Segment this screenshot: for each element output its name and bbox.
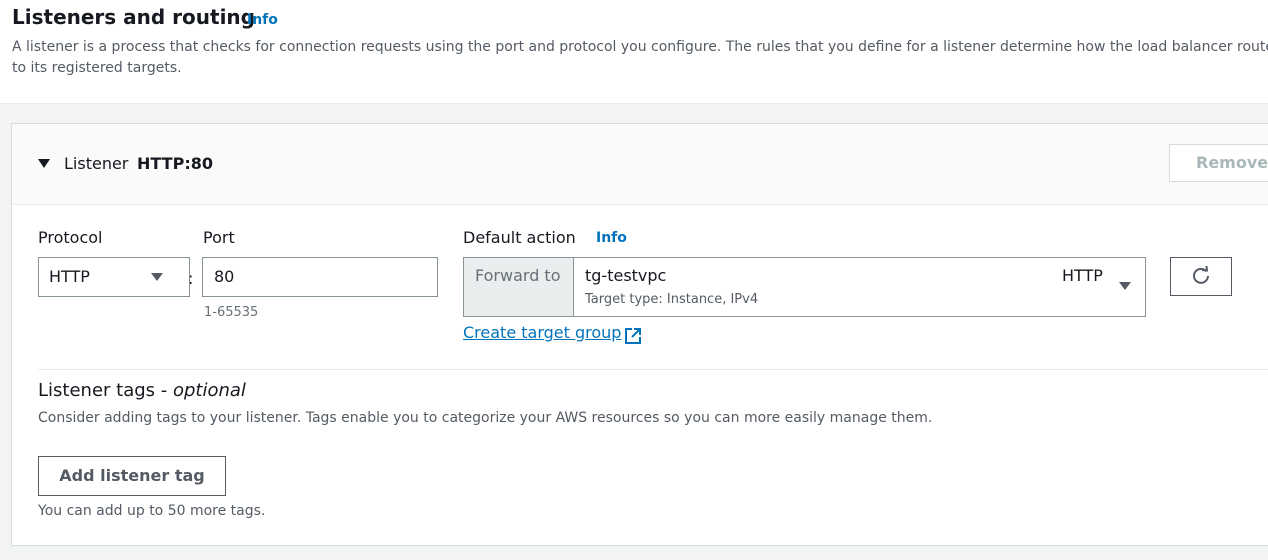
- section-description: A listener is a process that checks for …: [12, 37, 1268, 79]
- chevron-down-icon: [1119, 282, 1131, 290]
- default-action-info-link[interactable]: Info: [596, 230, 627, 246]
- listener-header[interactable]: Listener HTTP:80 Remove: [12, 124, 1268, 205]
- chevron-down-icon: [151, 273, 163, 281]
- create-target-group-link[interactable]: Create target group: [463, 323, 621, 342]
- remove-button[interactable]: Remove: [1169, 144, 1268, 182]
- listener-tags-description: Consider adding tags to your listener. T…: [38, 410, 933, 426]
- tags-title-main: Listener tags -: [38, 380, 173, 401]
- external-link-icon[interactable]: [624, 327, 642, 345]
- section-info-link[interactable]: Info: [247, 12, 278, 28]
- description-line-2: to its registered targets.: [12, 60, 182, 76]
- refresh-icon: [1193, 265, 1209, 284]
- caret-down-icon[interactable]: [38, 159, 50, 168]
- protocol-select[interactable]: HTTP: [38, 257, 190, 297]
- port-hint: 1-65535: [204, 305, 259, 320]
- port-value: 80: [214, 267, 235, 286]
- listener-tags-title: Listener tags - optional: [38, 380, 246, 401]
- tags-title-optional: optional: [172, 380, 246, 401]
- port-label: Port: [203, 228, 235, 247]
- listener-name: HTTP:80: [137, 154, 213, 173]
- default-action-label: Default action: [463, 228, 576, 247]
- protocol-port-separator: :: [188, 269, 194, 288]
- section-divider: [38, 369, 1268, 370]
- add-listener-tag-button[interactable]: Add listener tag: [38, 456, 226, 496]
- section-header: Listeners and routing Info A listener is…: [0, 0, 1268, 104]
- listener-label: Listener: [64, 154, 129, 173]
- target-group-subtext: Target type: Instance, IPv4: [585, 292, 759, 307]
- protocol-value: HTTP: [49, 267, 90, 286]
- tags-limit-hint: You can add up to 50 more tags.: [38, 503, 266, 519]
- section-title: Listeners and routing: [12, 5, 255, 29]
- forward-to-label: Forward to: [464, 258, 574, 316]
- port-input[interactable]: 80: [202, 257, 438, 297]
- target-group-name: tg-testvpc: [585, 266, 667, 285]
- refresh-button[interactable]: [1170, 257, 1232, 296]
- description-line-1: A listener is a process that checks for …: [12, 39, 1268, 55]
- target-group-protocol: HTTP: [1062, 266, 1103, 285]
- default-action-select[interactable]: Forward to tg-testvpc Target type: Insta…: [463, 257, 1146, 317]
- listener-panel: Listener HTTP:80 Remove Protocol Port De…: [11, 123, 1268, 546]
- protocol-label: Protocol: [38, 228, 103, 247]
